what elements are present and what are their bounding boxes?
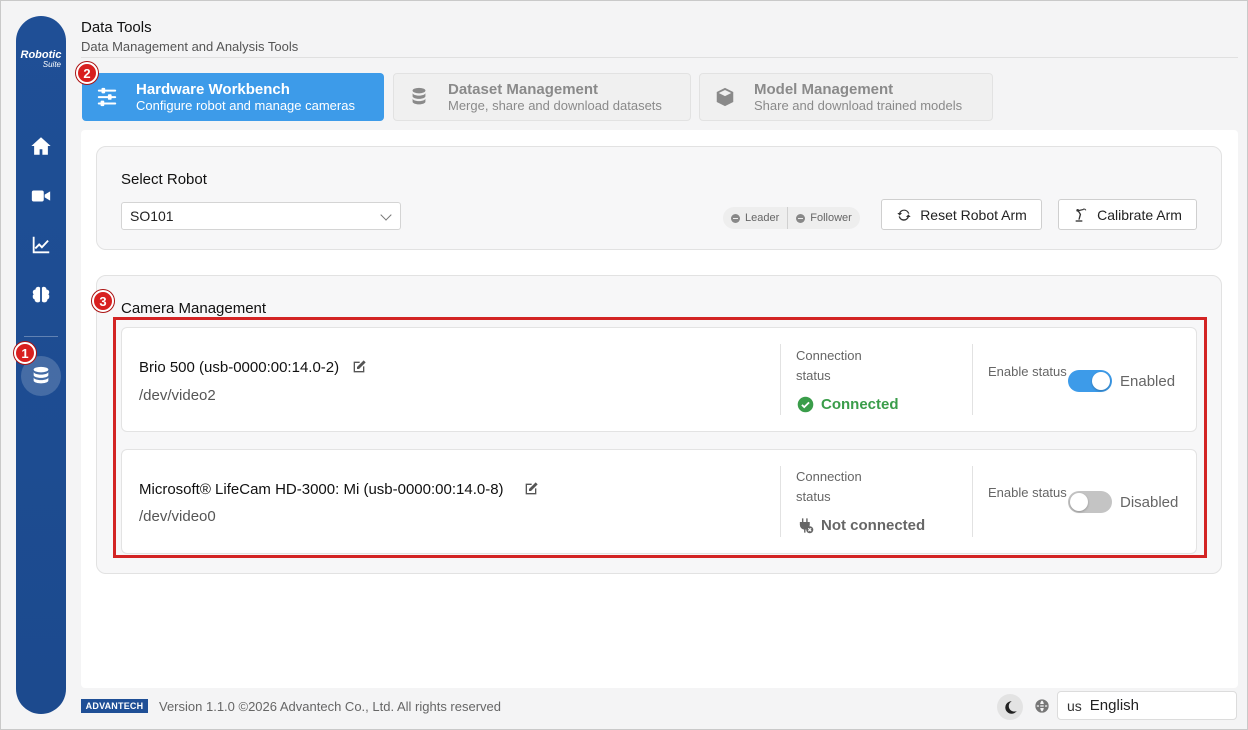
camera-management-panel: Camera Management Brio 500 (usb-0000:00:… bbox=[96, 275, 1222, 574]
leader-indicator: Leader bbox=[723, 207, 787, 229]
camera-card: Brio 500 (usb-0000:00:14.0-2) /dev/video… bbox=[121, 327, 1197, 432]
sidebar-divider bbox=[24, 336, 58, 337]
arm-role-status: Leader Follower bbox=[723, 207, 860, 229]
toggle-knob bbox=[1070, 493, 1088, 511]
tab-label: Dataset Management bbox=[448, 80, 599, 98]
footer-version: Version 1.1.0 ©2026 Advantech Co., Ltd. … bbox=[159, 699, 502, 714]
edit-icon[interactable] bbox=[523, 481, 539, 497]
camera-management-title: Camera Management bbox=[121, 300, 267, 317]
sidebar-item-charts[interactable] bbox=[21, 225, 61, 265]
annotation-marker-3: 3 bbox=[92, 290, 114, 312]
camera-name: Brio 500 (usb-0000:00:14.0-2) bbox=[139, 359, 340, 376]
check-circle-icon bbox=[797, 396, 814, 413]
camera-device-path: /dev/video0 bbox=[139, 508, 216, 525]
connection-status-label: Connection status bbox=[796, 469, 862, 504]
title-divider bbox=[81, 57, 1238, 58]
sidebar-item-home[interactable] bbox=[21, 126, 61, 166]
divider bbox=[972, 466, 973, 537]
minus-circle-icon bbox=[796, 213, 806, 223]
minus-circle-icon bbox=[731, 213, 740, 223]
enable-status-label: Enable status bbox=[988, 364, 1067, 379]
enable-toggle-label: Disabled bbox=[1120, 494, 1179, 511]
chevron-down-icon bbox=[380, 209, 392, 221]
page-title: Data Tools bbox=[81, 19, 152, 36]
language-label: English bbox=[1089, 697, 1139, 714]
language-code: us bbox=[1067, 697, 1082, 714]
camera-card: Microsoft® LifeCam HD-3000: Mi (usb-0000… bbox=[121, 449, 1197, 554]
tab-description: Share and download trained models bbox=[754, 97, 963, 113]
sidebar-item-camera[interactable] bbox=[21, 176, 61, 216]
robot-panel: Select Robot SO101 Leader Follower Reset… bbox=[96, 146, 1222, 250]
tab-label: Model Management bbox=[754, 80, 894, 98]
refresh-icon bbox=[897, 209, 911, 221]
tab-dataset-management[interactable]: Dataset Management Merge, share and down… bbox=[393, 73, 691, 121]
language-select[interactable]: us English bbox=[1057, 691, 1237, 720]
leader-label: Leader bbox=[745, 212, 780, 224]
enable-status-label: Enable status bbox=[988, 485, 1067, 500]
sidebar: Robotic Suite bbox=[16, 16, 66, 714]
follower-indicator: Follower bbox=[787, 207, 860, 229]
globe-icon bbox=[1034, 698, 1050, 714]
database-icon bbox=[33, 366, 49, 384]
plug-disconnected-icon bbox=[799, 518, 814, 534]
divider bbox=[780, 466, 781, 537]
brain-icon bbox=[32, 286, 50, 303]
robot-arm-icon bbox=[1075, 208, 1087, 222]
robot-select[interactable]: SO101 bbox=[121, 202, 401, 230]
enable-toggle-label: Enabled bbox=[1120, 373, 1176, 390]
select-robot-label: Select Robot bbox=[121, 171, 207, 188]
enable-toggle[interactable] bbox=[1068, 370, 1112, 392]
connection-status-text: Connected bbox=[821, 396, 899, 413]
calibrate-arm-button[interactable]: Calibrate Arm bbox=[1058, 199, 1197, 230]
tab-description: Merge, share and download datasets bbox=[448, 97, 662, 113]
logo-sub: Suite bbox=[42, 60, 61, 69]
connection-status-text: Not connected bbox=[821, 517, 926, 534]
reset-label: Reset Robot Arm bbox=[920, 206, 1027, 223]
theme-toggle-button[interactable] bbox=[997, 694, 1023, 720]
toggle-knob bbox=[1092, 372, 1110, 390]
moon-icon bbox=[1004, 700, 1017, 714]
home-icon bbox=[31, 137, 51, 155]
camera-name: Microsoft® LifeCam HD-3000: Mi (usb-0000… bbox=[139, 481, 504, 498]
annotation-marker-1: 1 bbox=[14, 342, 36, 364]
content-area: Select Robot SO101 Leader Follower Reset… bbox=[81, 130, 1238, 688]
sidebar-item-ai[interactable] bbox=[21, 275, 61, 315]
app-logo: Robotic Suite bbox=[16, 50, 66, 70]
camera-device-path: /dev/video2 bbox=[139, 387, 216, 404]
sliders-icon bbox=[94, 84, 120, 110]
connection-status: Not connected bbox=[797, 517, 925, 534]
tab-description: Configure robot and manage cameras bbox=[136, 97, 355, 113]
tab-model-management[interactable]: Model Management Share and download trai… bbox=[699, 73, 993, 121]
page-subtitle: Data Management and Analysis Tools bbox=[81, 39, 299, 54]
tab-hardware-workbench[interactable]: Hardware Workbench Configure robot and m… bbox=[82, 73, 384, 121]
chart-line-icon bbox=[32, 236, 50, 254]
calibrate-label: Calibrate Arm bbox=[1097, 206, 1182, 223]
cube-icon bbox=[712, 84, 738, 110]
reset-robot-arm-button[interactable]: Reset Robot Arm bbox=[881, 199, 1042, 230]
database-icon bbox=[406, 84, 432, 110]
connection-status-label: Connection status bbox=[796, 348, 862, 383]
advantech-logo: ADVANTECH bbox=[81, 699, 148, 713]
annotation-marker-2: 2 bbox=[76, 62, 98, 84]
divider bbox=[972, 344, 973, 415]
edit-icon[interactable] bbox=[351, 359, 367, 375]
robot-select-value: SO101 bbox=[130, 208, 174, 224]
tab-label: Hardware Workbench bbox=[136, 80, 290, 98]
main-panel: Data Tools Data Management and Analysis … bbox=[81, 16, 1238, 688]
divider bbox=[780, 344, 781, 415]
follower-label: Follower bbox=[810, 212, 852, 224]
connection-status: Connected bbox=[797, 396, 899, 413]
video-icon bbox=[31, 190, 51, 202]
enable-toggle[interactable] bbox=[1068, 491, 1112, 513]
